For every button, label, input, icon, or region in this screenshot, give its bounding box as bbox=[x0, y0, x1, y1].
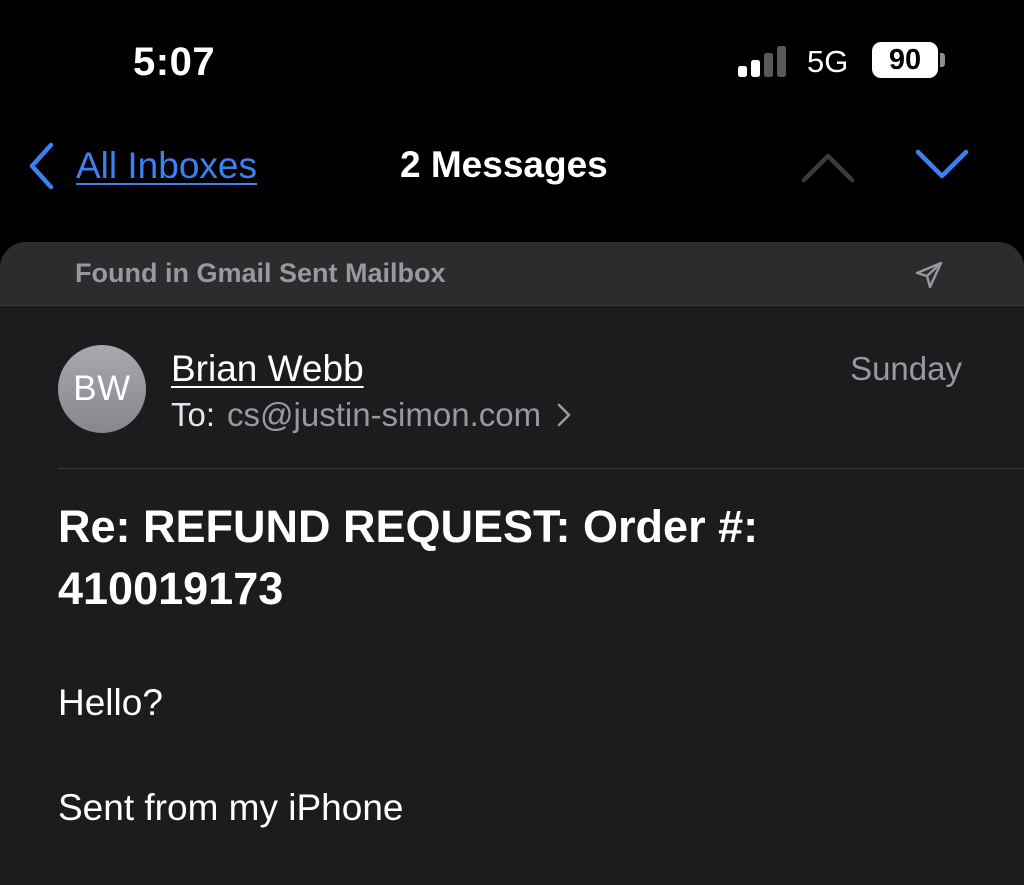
signal-bar bbox=[738, 66, 747, 77]
back-button-label: All Inboxes bbox=[76, 145, 257, 186]
chevron-down-icon bbox=[915, 149, 969, 179]
message-subject: Re: REFUND REQUEST: Order #: 410019173 bbox=[58, 501, 759, 614]
header-divider bbox=[58, 468, 1024, 469]
network-type: 5G bbox=[807, 44, 849, 79]
battery-icon: 90 bbox=[872, 42, 938, 78]
sender-name[interactable]: Brian Webb bbox=[171, 348, 364, 390]
paper-plane-icon[interactable] bbox=[914, 260, 944, 290]
chevron-up-icon bbox=[801, 153, 855, 183]
mailbox-banner: Found in Gmail Sent Mailbox bbox=[0, 242, 1024, 306]
signal-bar bbox=[751, 60, 760, 77]
recipient-label: To: bbox=[171, 396, 216, 433]
message-signature: Sent from my iPhone bbox=[58, 787, 404, 828]
message-card: Found in Gmail Sent Mailbox BW Brian Web… bbox=[0, 242, 1024, 885]
next-message-button[interactable] bbox=[914, 146, 970, 186]
mailbox-banner-text: Found in Gmail Sent Mailbox bbox=[75, 258, 446, 288]
message-date: Sunday bbox=[850, 350, 962, 387]
battery-tip bbox=[940, 53, 945, 67]
recipient-address: cs@justin-simon.com bbox=[227, 396, 542, 433]
page-title: 2 Messages bbox=[400, 144, 608, 185]
avatar[interactable]: BW bbox=[58, 345, 146, 433]
signal-bar bbox=[777, 46, 786, 77]
message-body-line: Hello? bbox=[58, 682, 163, 723]
back-button[interactable]: All Inboxes bbox=[28, 140, 257, 192]
recipient-line[interactable]: To: cs@justin-simon.com bbox=[171, 396, 571, 434]
cellular-signal-icon bbox=[738, 45, 790, 77]
previous-message-button[interactable] bbox=[800, 146, 856, 186]
mail-screen: 5:07 5G 90 All Inboxes 2 Messages Found … bbox=[0, 0, 1024, 885]
chevron-right-icon bbox=[557, 403, 571, 427]
status-time: 5:07 bbox=[133, 40, 216, 84]
signal-bar bbox=[764, 53, 773, 77]
chevron-left-icon bbox=[29, 142, 54, 190]
status-bar: 5:07 5G 90 bbox=[0, 0, 1024, 120]
